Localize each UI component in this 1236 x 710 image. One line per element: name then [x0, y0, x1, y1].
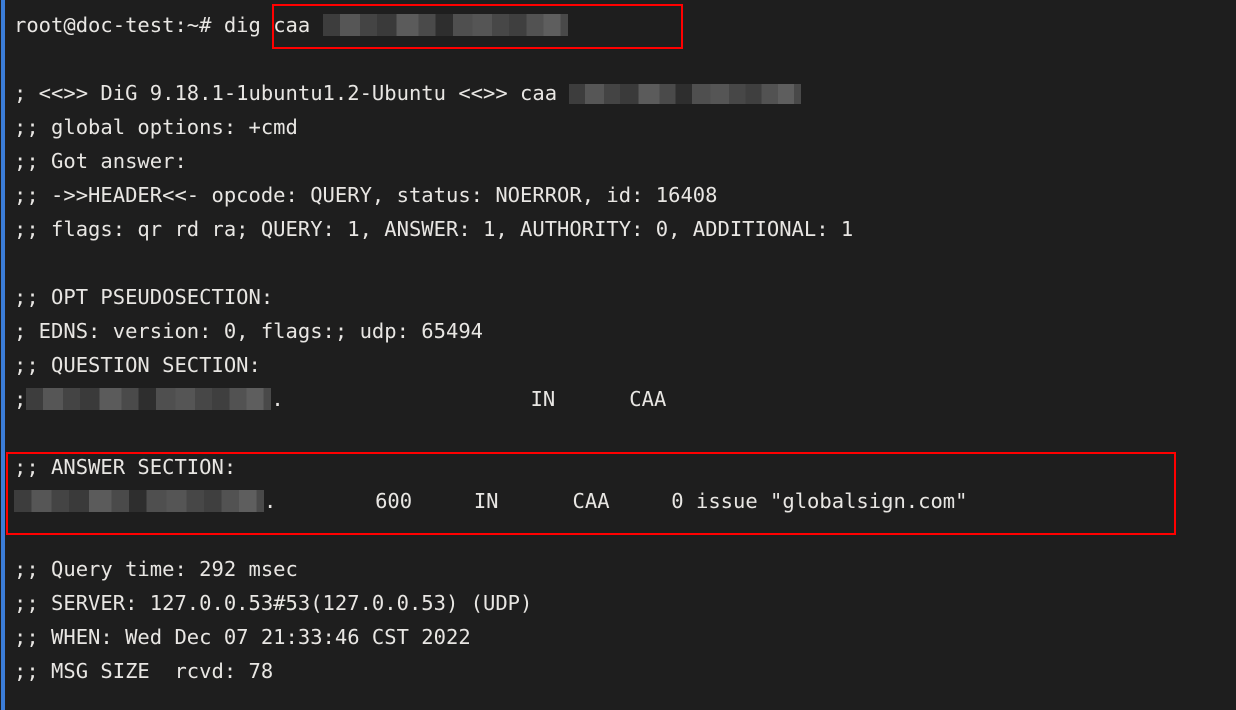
command-spacer: [211, 13, 223, 37]
when-line: ;; WHEN: Wed Dec 07 21:33:46 CST 2022: [14, 625, 471, 649]
header-line: ;; ->>HEADER<<- opcode: QUERY, status: N…: [14, 183, 718, 207]
edns-line: ; EDNS: version: 0, flags:; udp: 65494: [14, 319, 483, 343]
shell-prompt: root@doc-test:~#: [14, 13, 212, 37]
flags-line: ;; flags: qr rd ra; QUERY: 1, ANSWER: 1,…: [14, 217, 854, 241]
answer-record-suffix: . 600 IN CAA 0 issue "globalsign.com": [264, 489, 968, 513]
redacted-domain-command: [322, 14, 568, 36]
dig-version-text: ; <<>> DiG 9.18.1-1ubuntu1.2-Ubuntu <<>>…: [14, 81, 558, 105]
query-time-line: ;; Query time: 292 msec: [14, 557, 298, 581]
accent-stripe: [1, 0, 5, 710]
question-prefix: ;: [14, 387, 27, 411]
redacted-domain-version: [569, 84, 802, 104]
terminal-window: root@doc-test:~# dig caa ; <<>> DiG 9.18…: [0, 0, 1236, 710]
server-line: ;; SERVER: 127.0.0.53#53(127.0.0.53) (UD…: [14, 591, 533, 615]
command-line: root@doc-test:~# dig caa: [14, 8, 1224, 42]
redacted-domain-question: [26, 388, 272, 410]
terminal-output: root@doc-test:~# dig caa ; <<>> DiG 9.18…: [14, 8, 1224, 688]
opt-pseudosection-line: ;; OPT PSEUDOSECTION:: [14, 285, 274, 309]
question-record-suffix: . IN CAA: [271, 387, 667, 411]
dig-command: dig caa: [223, 13, 311, 37]
msg-size-line: ;; MSG SIZE rcvd: 78: [14, 659, 274, 683]
got-answer-line: ;; Got answer:: [14, 149, 187, 173]
dig-version-line: ; <<>> DiG 9.18.1-1ubuntu1.2-Ubuntu <<>>…: [14, 76, 1224, 110]
global-options-line: ;; global options: +cmd: [14, 115, 298, 139]
redacted-domain-answer: [14, 490, 264, 512]
question-section-line: ;; QUESTION SECTION:: [14, 353, 261, 377]
answer-record-line: . 600 IN CAA 0 issue "globalsign.com": [14, 484, 1224, 518]
question-record-line: ; . IN CAA: [14, 382, 1224, 416]
answer-section-line: ;; ANSWER SECTION:: [14, 455, 237, 479]
